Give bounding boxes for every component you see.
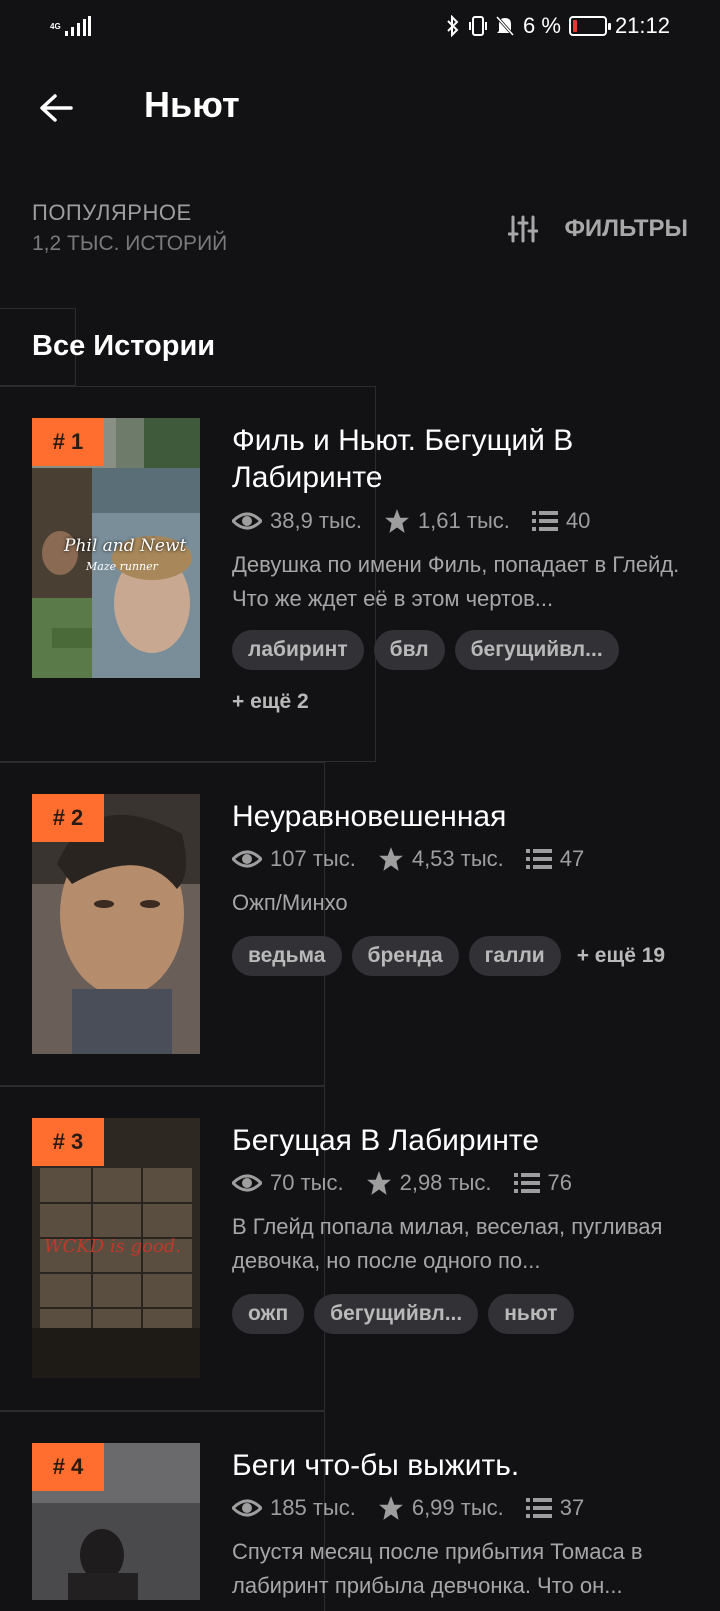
cover-title: WCKD is good. — [44, 1236, 182, 1257]
parts-count: 76 — [547, 1170, 573, 1195]
back-button[interactable] — [36, 88, 76, 128]
story-stats: 185 тыс. 6,99 тыс. 37 — [232, 1495, 592, 1521]
votes-count: 1,61 тыс. — [417, 508, 510, 533]
votes-count: 4,53 тыс. — [411, 846, 504, 871]
tag-chip[interactable]: ньют — [488, 1294, 574, 1334]
list-icon — [525, 1498, 552, 1518]
battery-icon — [568, 16, 611, 36]
eye-icon — [232, 512, 262, 530]
network-indicator: 4G — [50, 16, 91, 36]
tab-all-stories[interactable]: Все Истории — [32, 330, 215, 363]
rank-badge: # 4 — [32, 1443, 104, 1491]
story-description: Девушка по имени Филь, попадает в Глейд.… — [232, 552, 680, 611]
parts-count: 47 — [559, 846, 585, 871]
story-stats: 70 тыс. 2,98 тыс. 76 — [232, 1170, 580, 1196]
signal-icon — [64, 16, 91, 36]
network-type: 4G — [50, 21, 61, 31]
tag-chip[interactable]: ожп — [232, 1294, 305, 1334]
list-icon — [525, 849, 552, 869]
eye-icon — [232, 850, 262, 868]
tag-chip[interactable]: бегущийвл... — [314, 1294, 479, 1334]
story-title[interactable]: Беги что-бы выжить. — [232, 1447, 692, 1484]
votes-count: 2,98 тыс. — [399, 1170, 492, 1195]
eye-icon — [232, 1174, 262, 1192]
eye-icon — [232, 1499, 262, 1517]
status-bar: 4G 6 % 21:12 — [0, 0, 720, 52]
star-icon — [378, 847, 403, 871]
story-title[interactable]: Неуравновешенная — [232, 798, 692, 835]
story-description: Спустя месяц после прибытия Томаса в лаб… — [232, 1539, 643, 1598]
tag-chip[interactable]: бренда — [351, 936, 459, 976]
cover-title: Phil and Newt — [64, 536, 187, 556]
star-icon — [385, 509, 409, 533]
parts-count: 40 — [565, 508, 591, 533]
parts-count: 37 — [559, 1495, 585, 1520]
page-title: Ньют — [144, 84, 240, 125]
story-stats: 107 тыс. 4,53 тыс. 47 — [232, 846, 592, 872]
rank-badge: # 1 — [32, 418, 104, 466]
vibrate-icon — [469, 16, 488, 36]
tag-list: ожп бегущийвл... ньют — [232, 1294, 574, 1334]
tag-chip[interactable]: бвл — [373, 630, 445, 670]
tag-list: лабиринт бвл бегущийвл... — [232, 630, 619, 670]
clock: 21:12 — [614, 13, 670, 38]
reads-count: 70 тыс. — [270, 1170, 344, 1195]
cover-subtitle: Maze runner — [86, 560, 158, 573]
list-icon — [531, 511, 558, 531]
more-tags[interactable]: + ещё 19 — [577, 944, 665, 968]
filters-button[interactable]: ФИЛЬТРЫ — [508, 214, 688, 244]
mute-notifications-icon — [495, 16, 515, 36]
filters-label: ФИЛЬТРЫ — [564, 215, 688, 242]
star-icon — [378, 1496, 403, 1520]
rank-badge: # 3 — [32, 1118, 104, 1166]
story-title[interactable]: Филь и Ньют. Бегущий В Лабиринте — [232, 422, 692, 496]
tag-list: ведьма бренда галли + ещё 19 — [232, 936, 665, 976]
more-tags[interactable]: + ещё 2 — [232, 690, 309, 714]
reads-count: 38,9 тыс. — [270, 508, 362, 533]
reads-count: 107 тыс. — [270, 846, 356, 871]
story-description: В Глейд попала милая, веселая, пугливая … — [232, 1214, 663, 1273]
tag-chip[interactable]: галли — [468, 936, 561, 976]
rank-badge: # 2 — [32, 794, 104, 842]
reads-count: 185 тыс. — [270, 1495, 356, 1520]
tag-chip[interactable]: лабиринт — [232, 630, 364, 670]
votes-count: 6,99 тыс. — [411, 1495, 504, 1520]
tag-chip[interactable]: бегущийвл... — [454, 630, 619, 670]
battery-percent: 6 % — [523, 13, 561, 38]
star-icon — [366, 1171, 391, 1195]
list-icon — [513, 1173, 540, 1193]
story-title[interactable]: Бегущая В Лабиринте — [232, 1122, 692, 1159]
story-description: Ожп/Минхо — [232, 890, 348, 915]
app-bar: Ньют — [0, 72, 720, 142]
story-stats: 38,9 тыс. 1,61 тыс. 40 — [232, 508, 598, 534]
section-header: ПОПУЛЯРНОЕ 1,2 ТЫС. ИСТОРИЙ ФИЛЬТРЫ — [32, 200, 688, 270]
tag-chip[interactable]: ведьма — [232, 936, 342, 976]
sliders-icon — [508, 215, 539, 243]
arrow-left-icon — [40, 94, 73, 122]
bluetooth-icon — [447, 15, 459, 37]
